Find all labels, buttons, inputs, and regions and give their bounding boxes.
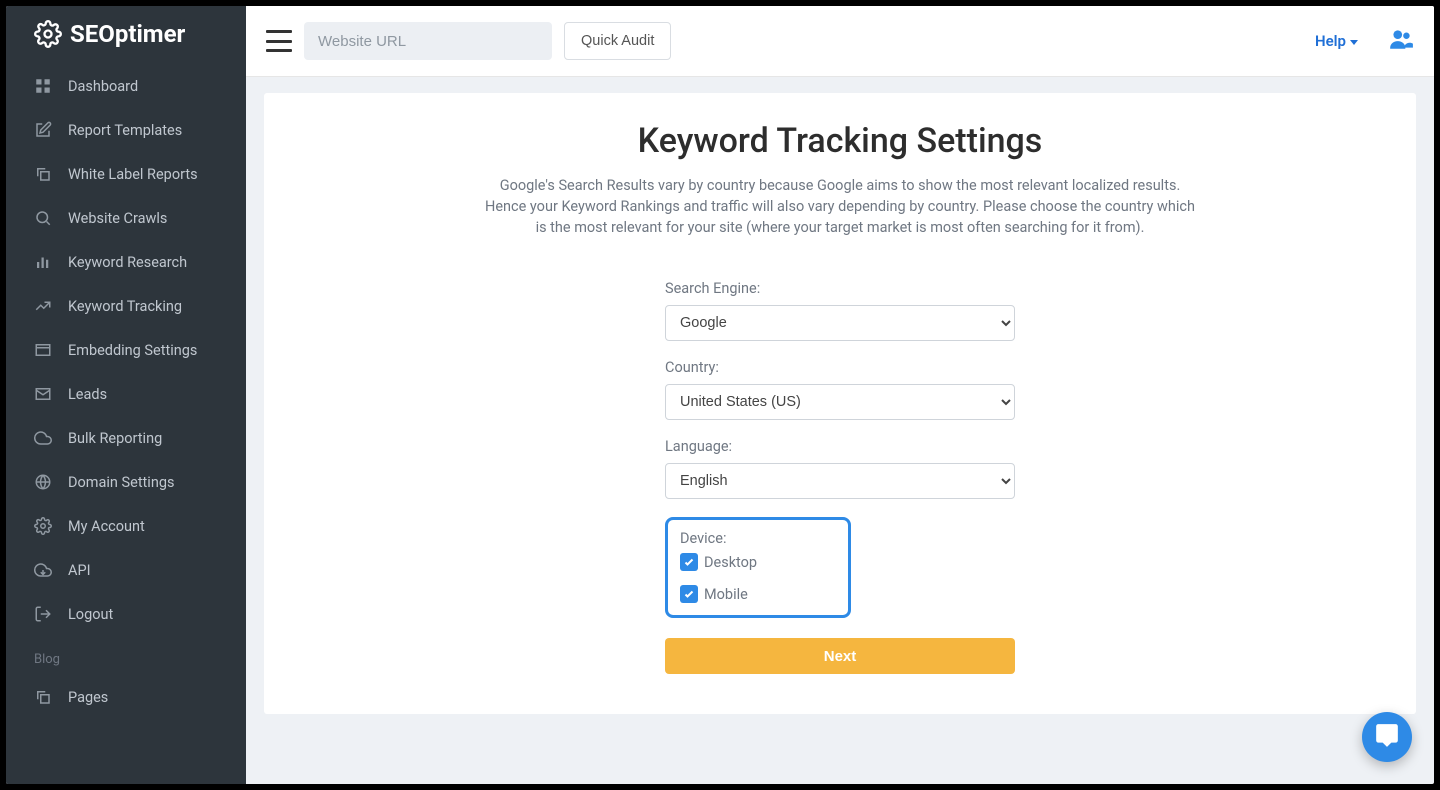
sidebar-item-pages[interactable]: Pages: [6, 675, 246, 719]
sidebar-item-label: Pages: [68, 689, 108, 706]
sidebar-item-label: Dashboard: [68, 78, 138, 95]
sidebar-item-report-templates[interactable]: Report Templates: [6, 108, 246, 152]
country-label: Country:: [665, 359, 1015, 376]
sidebar-item-label: Website Crawls: [68, 210, 167, 227]
cloud-icon: [34, 429, 52, 447]
bar-chart-icon: [34, 253, 52, 271]
language-label: Language:: [665, 438, 1015, 455]
globe-icon: [34, 473, 52, 491]
sidebar-item-label: My Account: [68, 518, 145, 535]
dashboard-icon: [34, 77, 52, 95]
language-select[interactable]: English: [665, 463, 1015, 499]
sidebar-item-embedding-settings[interactable]: Embedding Settings: [6, 328, 246, 372]
search-engine-label: Search Engine:: [665, 280, 1015, 297]
page-description: Google's Search Results vary by country …: [480, 175, 1200, 238]
logout-icon: [34, 605, 52, 623]
sidebar-item-domain-settings[interactable]: Domain Settings: [6, 460, 246, 504]
search-icon: [34, 209, 52, 227]
embed-icon: [34, 341, 52, 359]
country-select[interactable]: United States (US): [665, 384, 1015, 420]
sidebar-item-label: Logout: [68, 606, 113, 623]
brand-name: SEOptimer: [70, 20, 185, 48]
mail-icon: [34, 385, 52, 403]
settings-form: Search Engine: Google Country: United St…: [665, 280, 1015, 674]
help-label: Help: [1315, 32, 1346, 50]
device-label: Device:: [680, 530, 836, 547]
topbar: Quick Audit Help: [246, 6, 1434, 77]
sidebar-item-keyword-tracking[interactable]: Keyword Tracking: [6, 284, 246, 328]
check-icon: [680, 585, 698, 603]
desktop-checkbox[interactable]: Desktop: [680, 553, 757, 571]
field-country: Country: United States (US): [665, 359, 1015, 420]
device-options: Desktop Mobile: [680, 553, 836, 603]
page-title: Keyword Tracking Settings: [304, 121, 1376, 161]
content: Keyword Tracking Settings Google's Searc…: [246, 77, 1434, 784]
field-language: Language: English: [665, 438, 1015, 499]
main: Quick Audit Help Keyword Tracking Settin…: [246, 6, 1434, 784]
copy-icon: [34, 688, 52, 706]
sidebar-item-label: Keyword Research: [68, 254, 187, 271]
field-search-engine: Search Engine: Google: [665, 280, 1015, 341]
chat-fab[interactable]: [1362, 712, 1412, 762]
menu-toggle-icon[interactable]: [266, 30, 292, 52]
gear-icon: [34, 517, 52, 535]
desktop-checkbox-label: Desktop: [704, 554, 757, 571]
sidebar-item-dashboard[interactable]: Dashboard: [6, 64, 246, 108]
sidebar-item-api[interactable]: API: [6, 548, 246, 592]
sidebar-nav: Dashboard Report Templates White Label R…: [6, 64, 246, 636]
sidebar-item-label: Domain Settings: [68, 474, 174, 491]
sidebar-section-blog: Blog: [6, 636, 246, 675]
brand-logo[interactable]: SEOptimer: [6, 6, 246, 64]
mobile-checkbox[interactable]: Mobile: [680, 585, 748, 603]
sidebar-item-my-account[interactable]: My Account: [6, 504, 246, 548]
sidebar-item-keyword-research[interactable]: Keyword Research: [6, 240, 246, 284]
sidebar-item-bulk-reporting[interactable]: Bulk Reporting: [6, 416, 246, 460]
sidebar-item-label: Report Templates: [68, 122, 182, 139]
sidebar-item-label: Leads: [68, 386, 107, 403]
cloud-download-icon: [34, 561, 52, 579]
sidebar: SEOptimer Dashboard Report Templates Whi…: [6, 6, 246, 784]
device-highlight-box: Device: Desktop: [665, 517, 851, 618]
chat-icon: [1374, 722, 1400, 752]
settings-card: Keyword Tracking Settings Google's Searc…: [264, 93, 1416, 714]
sidebar-item-label: Embedding Settings: [68, 342, 197, 359]
gear-icon: [34, 20, 62, 48]
sidebar-item-white-label-reports[interactable]: White Label Reports: [6, 152, 246, 196]
help-dropdown[interactable]: Help: [1315, 32, 1358, 50]
sidebar-item-leads[interactable]: Leads: [6, 372, 246, 416]
next-button[interactable]: Next: [665, 638, 1015, 674]
copy-icon: [34, 165, 52, 183]
users-icon[interactable]: [1388, 26, 1414, 56]
website-url-input[interactable]: [304, 22, 552, 60]
app-root: SEOptimer Dashboard Report Templates Whi…: [6, 6, 1434, 784]
sidebar-nav-blog: Pages: [6, 675, 246, 719]
search-engine-select[interactable]: Google: [665, 305, 1015, 341]
trend-icon: [34, 297, 52, 315]
quick-audit-button[interactable]: Quick Audit: [564, 22, 671, 60]
check-icon: [680, 553, 698, 571]
sidebar-item-label: Bulk Reporting: [68, 430, 162, 447]
sidebar-item-label: Keyword Tracking: [68, 298, 182, 315]
sidebar-item-website-crawls[interactable]: Website Crawls: [6, 196, 246, 240]
sidebar-item-logout[interactable]: Logout: [6, 592, 246, 636]
edit-icon: [34, 121, 52, 139]
mobile-checkbox-label: Mobile: [704, 586, 748, 603]
sidebar-item-label: API: [68, 562, 91, 579]
sidebar-item-label: White Label Reports: [68, 166, 198, 183]
chevron-down-icon: [1350, 40, 1358, 45]
